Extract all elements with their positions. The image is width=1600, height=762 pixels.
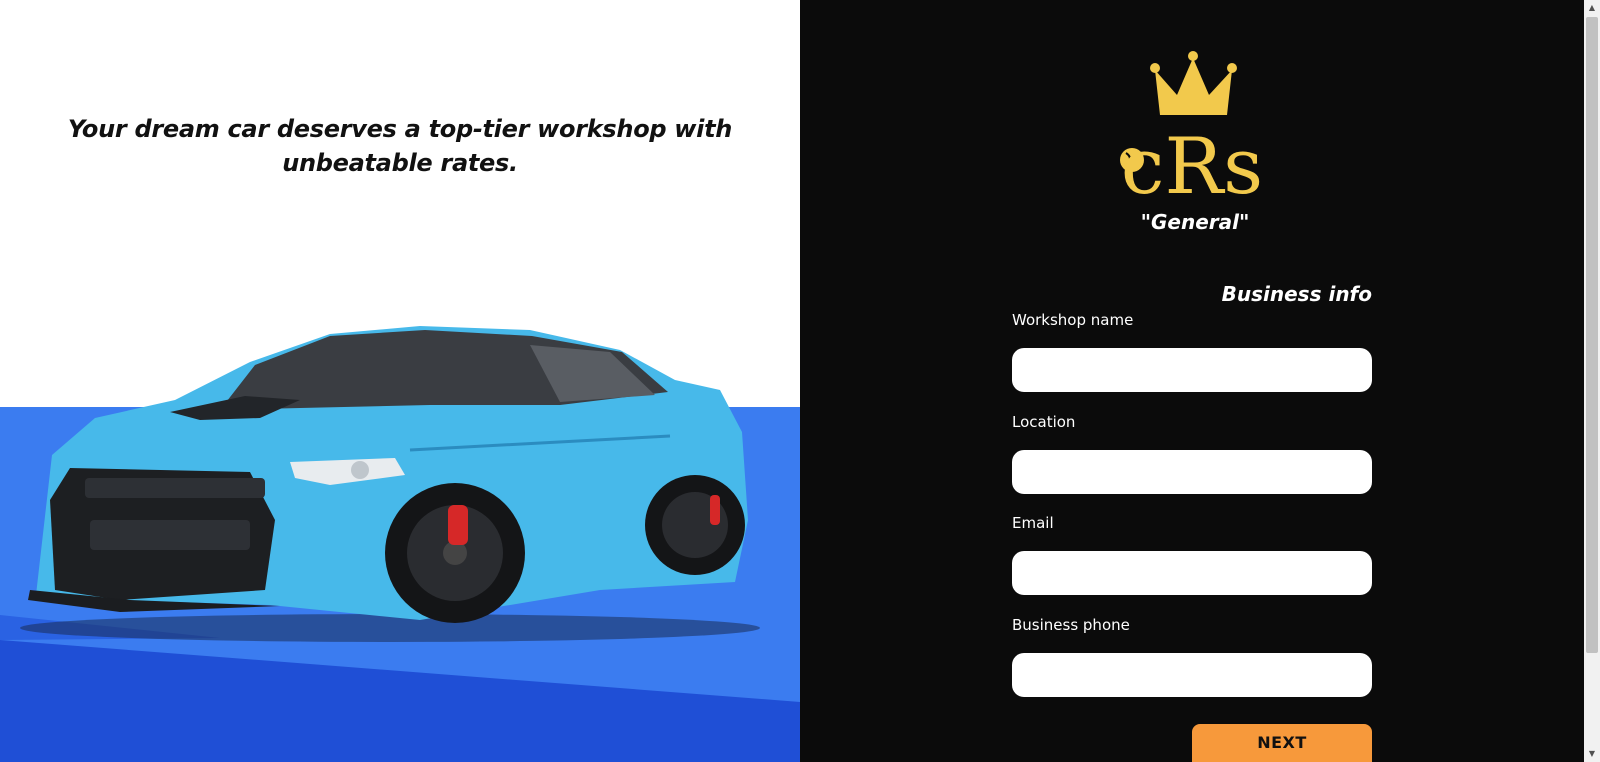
email-field: Email (1012, 514, 1372, 595)
location-field: Location (1012, 413, 1372, 494)
scrollbar-thumb[interactable] (1586, 17, 1598, 653)
registration-panel: cRs "General" Business info Workshop nam… (800, 0, 1584, 762)
location-label: Location (1012, 413, 1076, 431)
crown-icon (1150, 51, 1237, 115)
location-input[interactable] (1012, 450, 1372, 494)
page-scrollbar[interactable]: ▲ ▼ (1584, 0, 1600, 762)
hero-tagline: Your dream car deserves a top-tier works… (67, 115, 733, 177)
tier-label: "General" (1140, 210, 1250, 234)
hero-panel: Your dream car deserves a top-tier works… (0, 0, 800, 762)
scroll-up-icon[interactable]: ▲ (1584, 0, 1600, 16)
workshop-name-field: Workshop name (1012, 311, 1372, 392)
business-phone-label: Business phone (1012, 616, 1130, 634)
business-phone-input[interactable] (1012, 653, 1372, 697)
crs-logo: cRs (1120, 51, 1263, 200)
business-phone-field: Business phone (1012, 616, 1372, 697)
scroll-down-icon[interactable]: ▼ (1584, 746, 1600, 762)
next-button[interactable]: NEXT (1192, 724, 1372, 762)
logo-text: cRs (1121, 122, 1263, 200)
form-section-title: Business info (1221, 282, 1372, 306)
workshop-name-input[interactable] (1012, 348, 1372, 392)
workshop-name-label: Workshop name (1012, 311, 1134, 329)
email-input[interactable] (1012, 551, 1372, 595)
email-label: Email (1012, 514, 1054, 532)
